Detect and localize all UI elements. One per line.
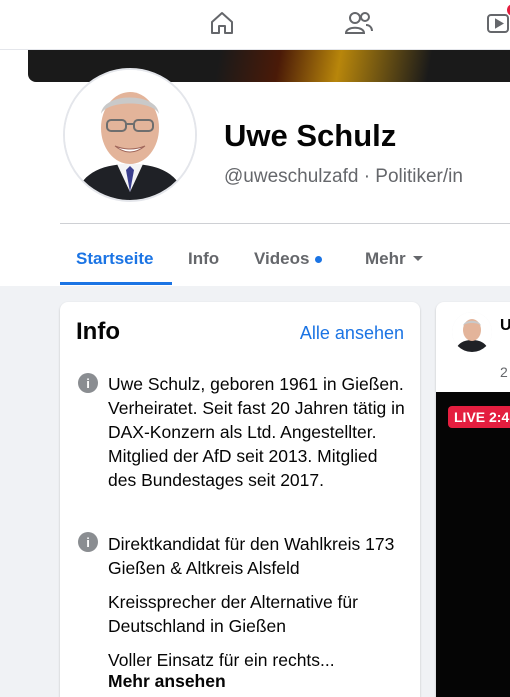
friends-icon[interactable]: [344, 8, 374, 38]
tab-videos[interactable]: Videos: [254, 233, 323, 285]
post-card: U B 2 LIVE 2:4: [436, 302, 510, 697]
home-icon[interactable]: [207, 8, 237, 38]
profile-header: Uwe Schulz @uweschulzafd · Politiker/in …: [0, 50, 510, 286]
new-content-dot: [315, 255, 323, 263]
tab-info-label: Info: [188, 249, 220, 268]
see-more-link[interactable]: Mehr ansehen: [108, 671, 226, 692]
tab-videos-label: Videos: [254, 249, 310, 268]
live-video-player[interactable]: [436, 392, 510, 697]
tab-mehr[interactable]: Mehr: [365, 233, 424, 285]
post-author-name[interactable]: U B: [500, 314, 510, 338]
active-tab-indicator: [60, 282, 172, 285]
caret-down-icon: [412, 256, 423, 261]
header-divider: [60, 223, 510, 224]
post-author-avatar[interactable]: [452, 312, 492, 352]
bio-text: Uwe Schulz, geboren 1961 in Gießen. Verh…: [108, 374, 405, 490]
tab-mehr-label: Mehr: [365, 249, 406, 268]
live-badge: LIVE 2:4: [448, 406, 510, 428]
top-navigation-bar: [0, 0, 510, 50]
profile-handle-category: @uweschulzafd · Politiker/in: [224, 166, 463, 187]
speaker-text: Kreissprecher der Alternative für Deutsc…: [108, 592, 358, 636]
tab-startseite-label: Startseite: [76, 249, 154, 268]
info-icon: i: [78, 532, 98, 552]
see-all-link[interactable]: Alle ansehen: [300, 323, 404, 344]
info-card-title: Info: [76, 318, 120, 345]
profile-name: Uwe Schulz: [224, 118, 397, 153]
info-icon: i: [78, 373, 98, 393]
post-timestamp[interactable]: 2: [500, 364, 508, 380]
profile-picture[interactable]: [63, 68, 197, 202]
teaser-text: Voller Einsatz für ein rechts...: [108, 650, 335, 670]
watch-icon[interactable]: [483, 4, 510, 38]
candidate-text: Direktkandidat für den Wahlkreis 173 Gie…: [108, 534, 395, 578]
tab-info[interactable]: Info: [188, 233, 219, 285]
tab-startseite[interactable]: Startseite: [76, 233, 153, 285]
info-card: Info Alle ansehen i Uwe Schulz, geboren …: [60, 302, 420, 697]
